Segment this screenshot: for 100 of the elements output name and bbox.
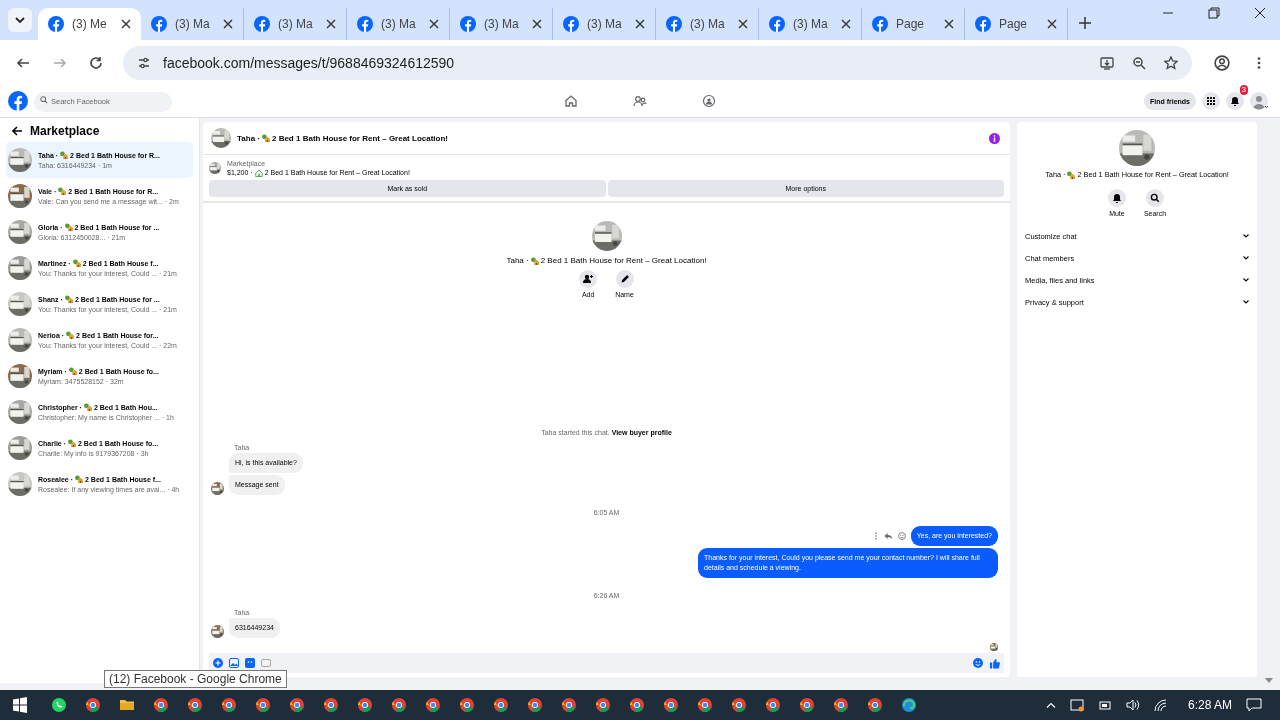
tab-search-icon[interactable] [8,8,32,32]
clock-time[interactable]: 6:28 AM [1187,698,1232,712]
reload-icon[interactable] [89,55,103,70]
close-icon[interactable] [738,19,748,29]
more-icon[interactable] [872,532,879,540]
house-tree-icon [75,475,84,483]
new-tab-icon[interactable] [1078,16,1092,30]
close-icon[interactable] [841,19,851,29]
volume-icon[interactable] [1125,699,1140,711]
browser-icon[interactable] [663,697,679,713]
facebook-icon [975,16,991,32]
browser-icon[interactable] [731,697,747,713]
friends-icon[interactable] [633,94,647,108]
profile-icon[interactable] [1214,54,1230,71]
install-icon[interactable] [1100,55,1114,70]
site-settings-icon[interactable] [137,55,151,70]
browser-icon[interactable] [187,697,203,713]
notification-center-icon[interactable] [1246,698,1262,712]
restore-icon[interactable] [1208,7,1220,19]
url-text: facebook.com/messages/t/9688469324612590 [163,54,455,71]
back-icon[interactable] [15,55,30,70]
facebook-icon [872,16,888,32]
reply-icon[interactable] [883,532,893,540]
browser-icon[interactable] [459,697,475,713]
browser-icon[interactable] [289,697,305,713]
add-person-icon[interactable] [579,270,598,288]
close-icon[interactable] [635,19,645,29]
browser-icon[interactable] [323,697,339,713]
facebook-icon [151,16,167,32]
browser-icon[interactable] [153,697,169,713]
account-avatar-icon[interactable] [1250,92,1270,110]
browser-icon[interactable] [629,697,645,713]
close-icon[interactable] [1254,7,1266,19]
pencil-icon[interactable] [615,270,634,288]
chat-title: 2 Bed 1 Bath House for Rent – Great Location! [271,133,448,143]
browser-icon[interactable] [85,697,101,713]
chat-name: Taha · [506,256,529,265]
house-tree-icon [68,439,76,447]
browser-icon[interactable] [799,697,815,713]
thumbs-up-icon[interactable] [989,657,1000,669]
back-arrow-icon[interactable] [12,126,23,136]
chat-app-icon[interactable] [51,697,67,713]
chevron-down-icon [1243,278,1249,282]
sticker-icon[interactable] [245,658,255,668]
info-icon[interactable] [989,132,1000,144]
groups-icon[interactable] [702,94,716,108]
search-icon[interactable] [1146,189,1164,207]
notifications-icon[interactable] [1226,92,1244,110]
image-icon[interactable] [229,658,239,668]
bookmark-star-icon[interactable] [1164,55,1178,70]
house-tree-icon [64,223,73,231]
facebook-icon [460,16,476,32]
browser-icon[interactable] [833,697,849,713]
browser-icon[interactable] [493,697,509,713]
browser-icon[interactable] [697,697,713,713]
chevron-down-icon [1243,300,1249,304]
window-tooltip: (12) Facebook - Google Chrome [104,670,287,688]
facebook-icon [666,16,682,32]
facebook-logo-icon[interactable] [8,91,28,111]
browser-icon[interactable] [255,697,271,713]
emoji-icon[interactable] [897,532,906,540]
house-tree-icon [58,187,67,195]
browser-icon[interactable] [867,697,883,713]
house-tree-icon [60,151,69,159]
browser-tab[interactable]: (3) Me [38,8,141,40]
close-icon[interactable] [1047,19,1057,29]
close-icon[interactable] [532,19,542,29]
plus-circle-icon[interactable] [213,658,223,668]
emoji-icon[interactable] [973,658,983,668]
close-icon[interactable] [326,19,336,29]
close-icon[interactable] [121,19,131,29]
facebook-icon [769,16,785,32]
chevron-up-icon[interactable] [1045,702,1056,708]
camera-icon[interactable] [1069,698,1084,712]
windows-start-icon[interactable] [12,697,28,713]
close-icon[interactable] [223,19,233,29]
browser-icon[interactable] [765,697,781,713]
battery-icon[interactable] [1097,699,1112,711]
home-icon[interactable] [564,94,578,108]
wifi-icon[interactable] [1153,699,1168,711]
browser-icon[interactable] [221,697,237,713]
facebook-icon [563,16,579,32]
browser-icon[interactable] [901,697,917,713]
close-icon[interactable] [429,19,439,29]
facebook-icon [254,16,270,32]
browser-icon[interactable] [527,697,543,713]
search-icon [40,96,48,105]
browser-icon[interactable] [357,697,373,713]
close-icon[interactable] [944,19,954,29]
scroll-down-icon[interactable] [1264,678,1273,683]
folder-icon[interactable] [119,697,135,713]
address-bar[interactable]: facebook.com/messages/t/9688469324612590 [123,45,1192,80]
apps-grid-icon[interactable] [1202,92,1220,110]
browser-icon[interactable] [391,697,407,713]
zoom-icon[interactable] [1132,55,1146,70]
browser-icon[interactable] [425,697,441,713]
browser-icon[interactable] [561,697,577,713]
bell-icon[interactable] [1107,189,1126,207]
browser-icon[interactable] [595,697,611,713]
facebook-icon [48,16,64,32]
